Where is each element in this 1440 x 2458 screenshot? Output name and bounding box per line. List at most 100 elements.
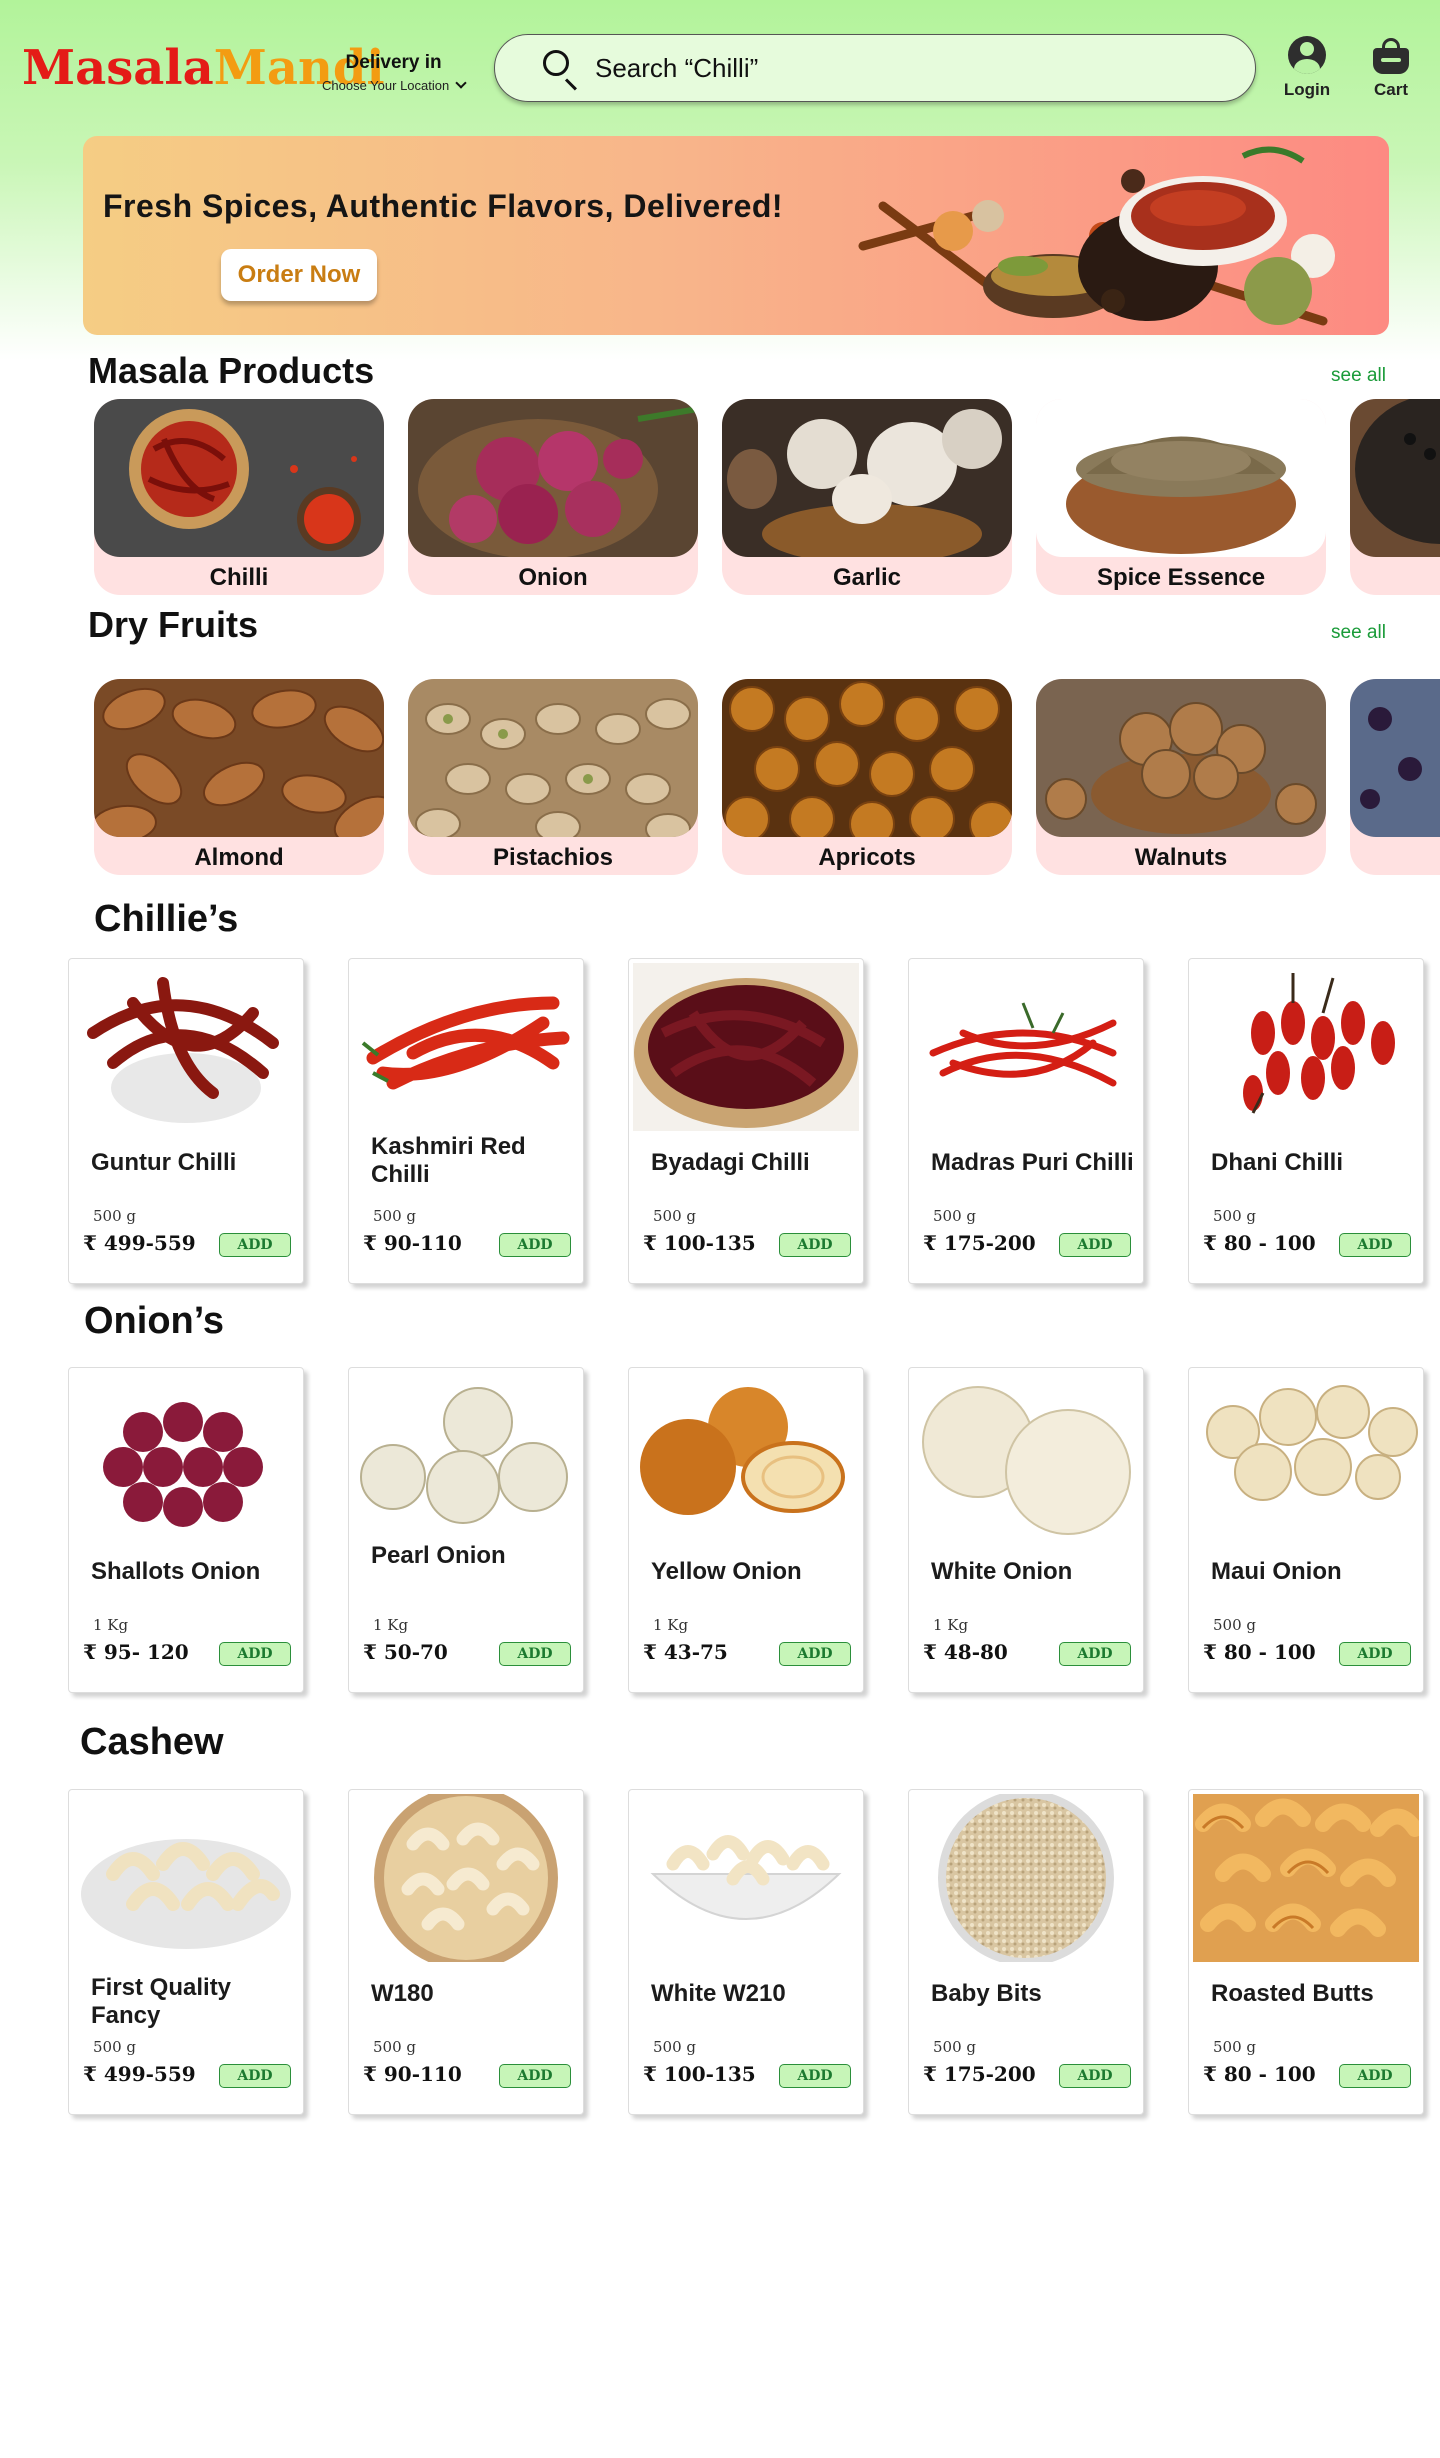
cart-button[interactable]: Cart <box>1356 36 1426 100</box>
add-to-cart-button[interactable]: ADD <box>779 1642 851 1666</box>
product-price: ₹ 175-200 <box>923 2062 1036 2086</box>
chillies-section-title: Chillie’s <box>94 898 239 940</box>
add-to-cart-button[interactable]: ADD <box>219 1642 291 1666</box>
category-card-walnuts[interactable]: Walnuts <box>1036 679 1326 875</box>
logo-part-1: Masala <box>22 40 214 96</box>
product-card[interactable]: Yellow Onion 1 Kg ₹ 43-75 ADD <box>628 1367 864 1693</box>
product-card[interactable]: W180 500 g ₹ 90-110 ADD <box>348 1789 584 2115</box>
madras-puri-chilli-image <box>913 963 1139 1131</box>
product-card[interactable]: First Quality Fancy 500 g ₹ 499-559 ADD <box>68 1789 304 2115</box>
first-quality-fancy-image <box>73 1794 299 1962</box>
product-card[interactable]: Maui Onion 500 g ₹ 80 - 100 ADD <box>1188 1367 1424 1693</box>
product-quantity: 500 g <box>373 2038 417 2056</box>
product-name: Byadagi Chilli <box>651 1149 810 1176</box>
dry-fruits-see-all-link[interactable]: see all <box>1331 622 1386 644</box>
add-to-cart-button[interactable]: ADD <box>779 2064 851 2088</box>
product-price: ₹ 100-135 <box>643 2062 756 2086</box>
onion-image <box>408 399 698 557</box>
add-to-cart-button[interactable]: ADD <box>499 1642 571 1666</box>
product-name: White W210 <box>651 1980 786 2007</box>
add-to-cart-button[interactable]: ADD <box>779 1233 851 1257</box>
promo-banner: Fresh Spices, Authentic Flavors, Deliver… <box>83 136 1389 335</box>
search-icon <box>541 48 581 91</box>
product-card[interactable]: Baby Bits 500 g ₹ 175-200 ADD <box>908 1789 1144 2115</box>
product-card[interactable]: White W210 500 g ₹ 100-135 ADD <box>628 1789 864 2115</box>
add-to-cart-button[interactable]: ADD <box>219 2064 291 2088</box>
order-now-button[interactable]: Order Now <box>221 249 377 301</box>
product-name: Yellow Onion <box>651 1558 802 1585</box>
masala-see-all-link[interactable]: see all <box>1331 365 1386 387</box>
location-dropdown[interactable]: Choose Your Location <box>322 77 467 93</box>
raisins-image <box>1350 679 1440 837</box>
category-card-apricots[interactable]: Apricots <box>722 679 1012 875</box>
product-quantity: 500 g <box>1213 1616 1257 1634</box>
roasted-butts-image <box>1193 1794 1419 1962</box>
category-card-chilli[interactable]: Chilli <box>94 399 384 595</box>
category-label: Apricots <box>818 844 916 871</box>
product-card[interactable]: Roasted Butts 500 g ₹ 80 - 100 ADD <box>1188 1789 1424 2115</box>
category-label: Pistachios <box>492 844 614 871</box>
byadagi-chilli-image <box>633 963 859 1131</box>
category-card-bl[interactable]: Bl <box>1350 399 1440 595</box>
product-card[interactable]: Pearl Onion 1 Kg ₹ 50-70 ADD <box>348 1367 584 1693</box>
dry-fruits-category-row: Almond Pistachios Apricots Walnuts <box>94 679 1440 879</box>
category-card-garlic[interactable]: Garlic <box>722 399 1012 595</box>
cashew-product-row: First Quality Fancy 500 g ₹ 499-559 ADD … <box>68 1789 1440 2119</box>
category-card-spice-essence[interactable]: Spice Essence <box>1036 399 1326 595</box>
category-card-pistachios[interactable]: Pistachios <box>408 679 698 875</box>
chilli-image <box>94 399 384 557</box>
product-card[interactable]: Byadagi Chilli 500 g ₹ 100-135 ADD <box>628 958 864 1284</box>
add-to-cart-button[interactable]: ADD <box>499 1233 571 1257</box>
category-card-raisins[interactable] <box>1350 679 1440 875</box>
add-to-cart-button[interactable]: ADD <box>219 1233 291 1257</box>
chillies-product-row: Guntur Chilli 500 g ₹ 499-559 ADD Kashmi… <box>68 958 1440 1288</box>
add-to-cart-button[interactable]: ADD <box>1339 1642 1411 1666</box>
product-name: Guntur Chilli <box>91 1149 237 1176</box>
onions-section-title: Onion’s <box>84 1300 225 1342</box>
search-input[interactable]: Search “Chilli” <box>595 53 758 84</box>
delivery-label: Delivery in <box>345 52 442 73</box>
product-card[interactable]: Dhani Chilli 500 g ₹ 80 - 100 ADD <box>1188 958 1424 1284</box>
product-name: First Quality Fancy <box>91 1974 232 2029</box>
product-quantity: 1 Kg <box>373 1616 409 1634</box>
guntur-chilli-image <box>73 963 299 1131</box>
product-card[interactable]: Kashmiri Red Chilli 500 g ₹ 90-110 ADD <box>348 958 584 1284</box>
delivery-location-selector[interactable]: Delivery in Choose Your Location <box>322 52 467 93</box>
category-card-almond[interactable]: Almond <box>94 679 384 875</box>
product-price: ₹ 175-200 <box>923 1231 1036 1255</box>
product-quantity: 500 g <box>1213 1207 1257 1225</box>
add-to-cart-button[interactable]: ADD <box>1339 1233 1411 1257</box>
product-quantity: 500 g <box>653 1207 697 1225</box>
add-to-cart-button[interactable]: ADD <box>1059 1642 1131 1666</box>
product-price: ₹ 90-110 <box>363 1231 462 1255</box>
masala-products-title: Masala Products <box>88 350 375 391</box>
product-name: Dhani Chilli <box>1211 1149 1343 1176</box>
product-card[interactable]: Shallots Onion 1 Kg ₹ 95- 120 ADD <box>68 1367 304 1693</box>
cart-label: Cart <box>1373 80 1408 99</box>
product-quantity: 1 Kg <box>653 1616 689 1634</box>
login-button[interactable]: Login <box>1272 36 1342 100</box>
category-label: Garlic <box>832 564 902 591</box>
product-name: Maui Onion <box>1211 1558 1342 1585</box>
yellow-onion-image <box>633 1372 859 1540</box>
product-price: ₹ 100-135 <box>643 1231 756 1255</box>
search-bar[interactable]: Search “Chilli” <box>494 34 1256 102</box>
product-quantity: 500 g <box>653 2038 697 2056</box>
category-card-onion[interactable]: Onion <box>408 399 698 595</box>
product-price: ₹ 80 - 100 <box>1203 1231 1316 1255</box>
walnuts-image <box>1036 679 1326 837</box>
product-price: ₹ 90-110 <box>363 2062 462 2086</box>
pearl-onion-image <box>353 1372 579 1540</box>
add-to-cart-button[interactable]: ADD <box>499 2064 571 2088</box>
add-to-cart-button[interactable]: ADD <box>1059 1233 1131 1257</box>
login-label: Login <box>1283 80 1331 99</box>
product-price: ₹ 50-70 <box>363 1640 448 1664</box>
dhani-chilli-image <box>1193 963 1419 1131</box>
product-card[interactable]: Madras Puri Chilli 500 g ₹ 175-200 ADD <box>908 958 1144 1284</box>
add-to-cart-button[interactable]: ADD <box>1339 2064 1411 2088</box>
product-quantity: 500 g <box>933 2038 977 2056</box>
add-to-cart-button[interactable]: ADD <box>1059 2064 1131 2088</box>
product-card[interactable]: Guntur Chilli 500 g ₹ 499-559 ADD <box>68 958 304 1284</box>
masala-category-row: Chilli Onion Garlic Spice Essence <box>94 399 1440 599</box>
product-card[interactable]: White Onion 1 Kg ₹ 48-80 ADD <box>908 1367 1144 1693</box>
